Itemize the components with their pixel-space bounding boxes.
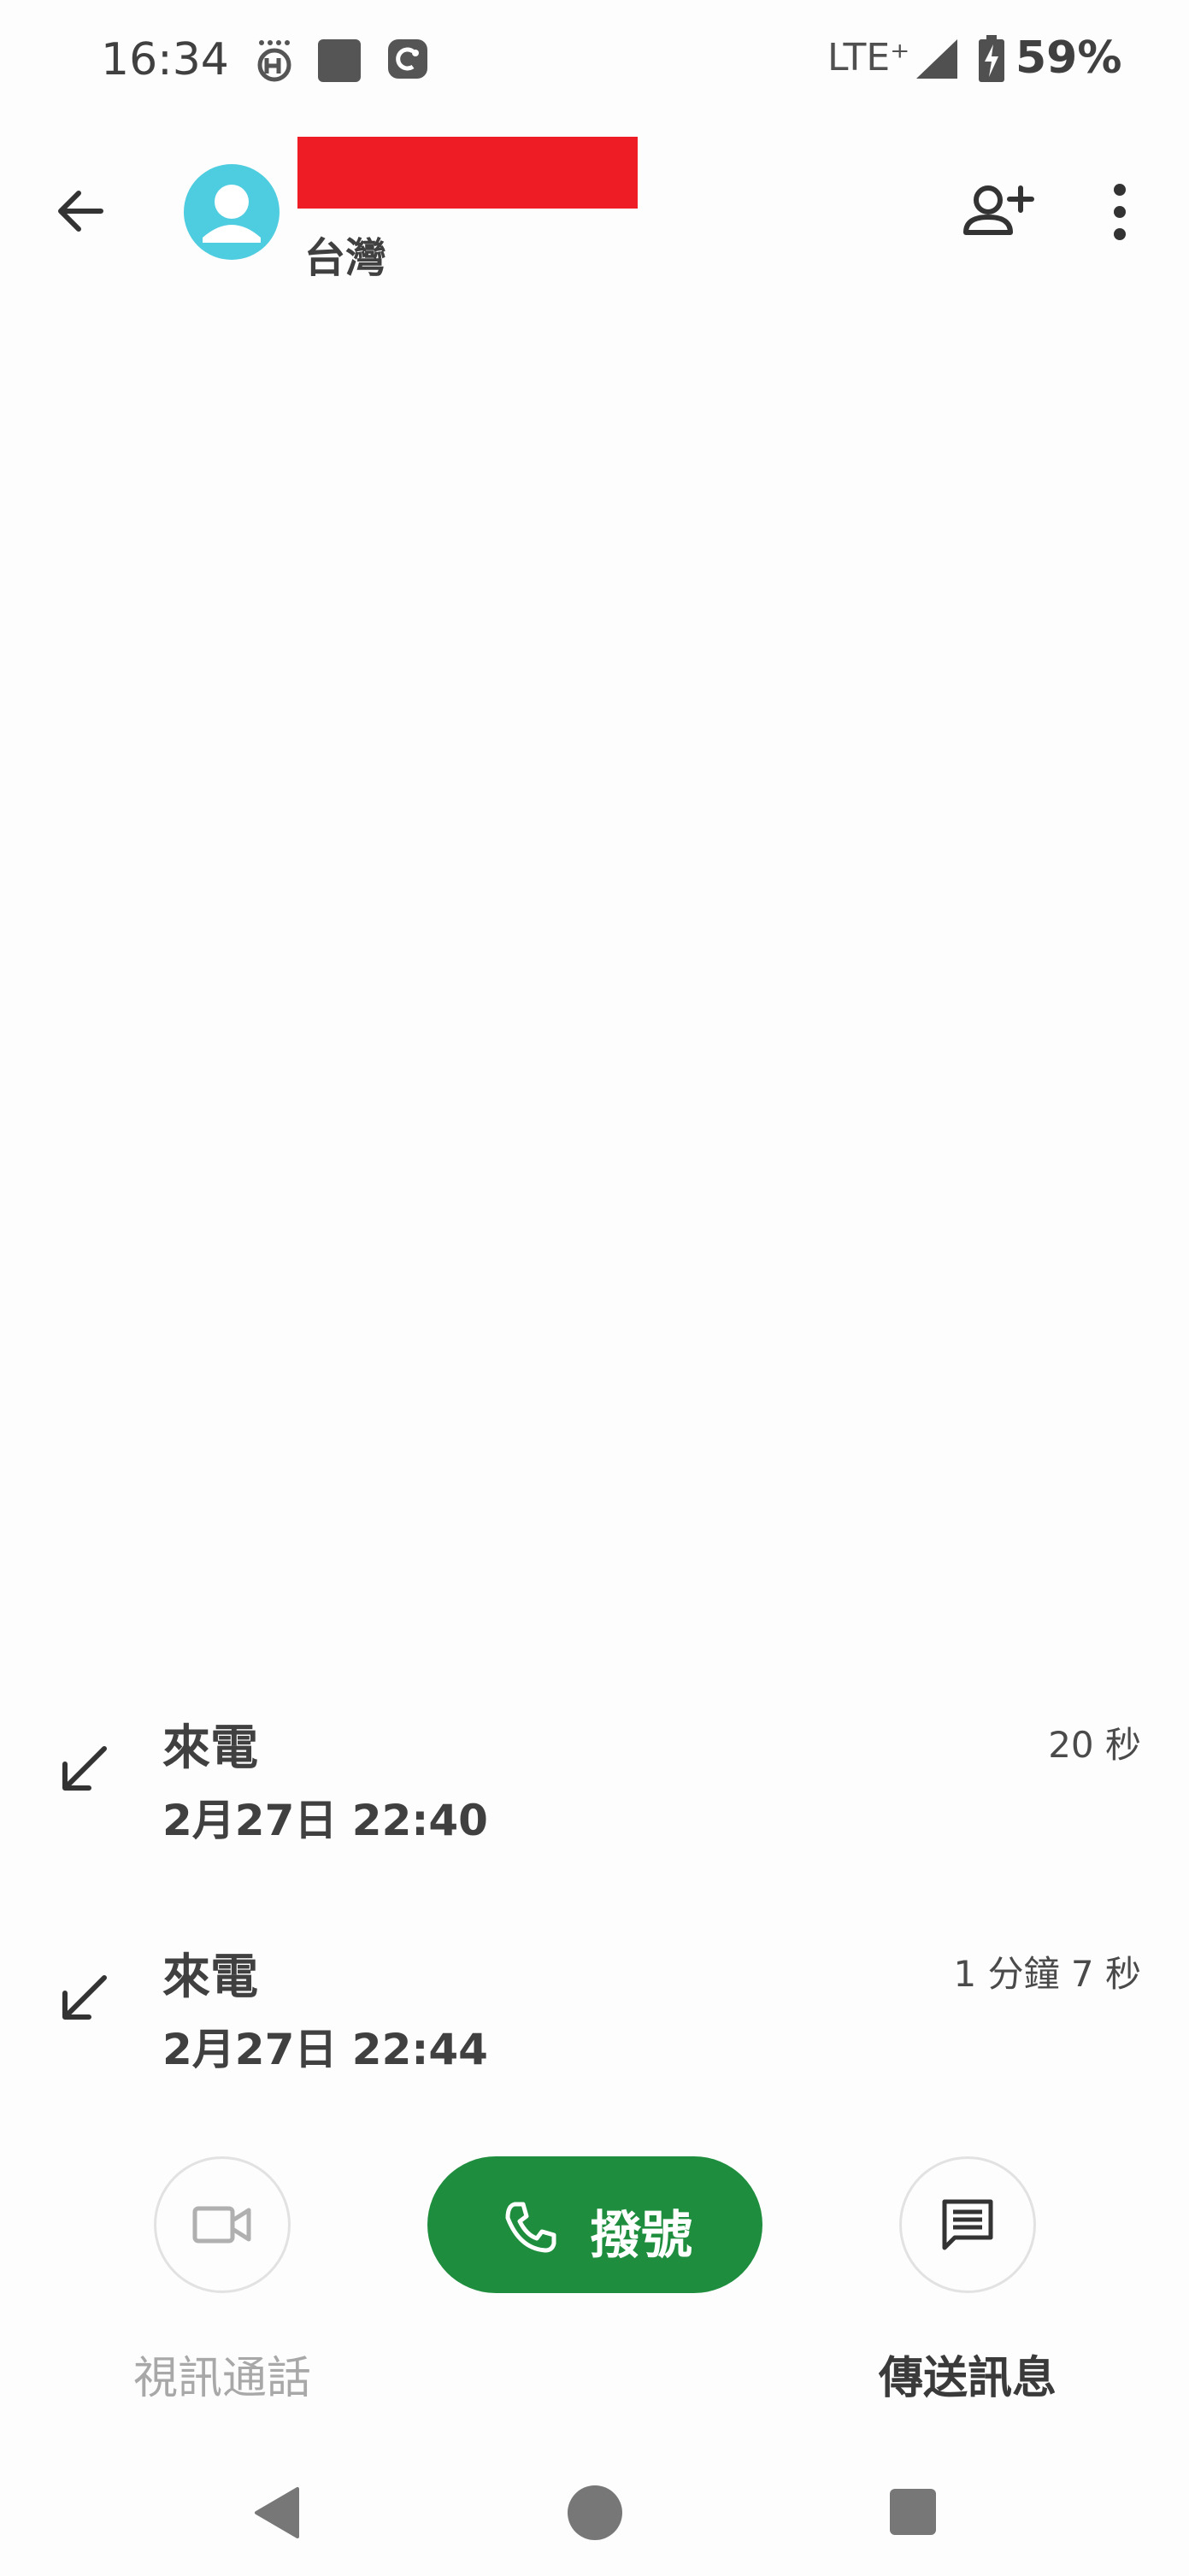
notification-square-icon <box>316 38 362 87</box>
send-message-button[interactable] <box>899 2156 1036 2293</box>
network-type: LTE⁺ <box>827 36 910 79</box>
add-contact-button[interactable] <box>961 176 1034 244</box>
incoming-call-arrow-icon <box>56 1971 111 2026</box>
redacted-contact-name <box>297 137 638 209</box>
videocam-icon <box>192 2206 251 2244</box>
call-duration: 20 秒 <box>1048 1724 1141 1766</box>
notification-app-icon <box>253 38 296 85</box>
nav-back-icon[interactable] <box>253 2485 301 2544</box>
call-type: 來電 <box>162 1950 258 2005</box>
message-icon <box>942 2199 993 2250</box>
back-arrow-icon <box>58 191 103 232</box>
battery-percent: 59% <box>1015 32 1122 84</box>
avatar-person-icon <box>203 185 261 243</box>
nav-home-icon[interactable] <box>568 2485 622 2540</box>
signal-icon <box>915 38 959 84</box>
more-vert-icon <box>1114 184 1126 240</box>
status-time: 16:34 <box>101 34 229 85</box>
video-call-label: 視訊通話 <box>132 2353 311 2404</box>
call-duration: 1 分鐘 7 秒 <box>953 1953 1142 1995</box>
notification-c-icon <box>386 38 429 84</box>
battery-charging-icon <box>977 34 1006 87</box>
call-datetime: 2月27日 22:44 <box>162 2025 488 2074</box>
phone-icon <box>503 2199 559 2255</box>
avatar <box>184 164 280 260</box>
back-button[interactable] <box>50 179 113 243</box>
more-options-button[interactable] <box>1103 181 1137 243</box>
contact-location: 台灣 <box>304 234 387 282</box>
add-contact-icon <box>963 185 1034 235</box>
call-type: 來電 <box>162 1720 258 1776</box>
navigation-bar <box>0 2461 1189 2576</box>
nav-recents-icon[interactable] <box>890 2489 936 2535</box>
incoming-call-arrow-icon <box>56 1742 111 1797</box>
send-message-label: 傳送訊息 <box>878 2353 1057 2404</box>
status-bar: 16:34 LTE⁺ 59% <box>0 0 1189 120</box>
dial-label: 撥號 <box>590 2206 692 2266</box>
call-log-item: 來電 2月27日 22:40 20 秒 <box>0 1709 1189 1906</box>
call-log-item: 來電 2月27日 22:44 1 分鐘 7 秒 <box>0 1938 1189 2135</box>
video-call-button[interactable] <box>154 2156 291 2293</box>
dial-button[interactable]: 撥號 <box>427 2156 762 2293</box>
call-datetime: 2月27日 22:40 <box>162 1796 488 1845</box>
call-details-screen: 16:34 LTE⁺ 59% 台灣 來電 2月27日 22:40 20 秒 來電… <box>0 0 1189 2576</box>
